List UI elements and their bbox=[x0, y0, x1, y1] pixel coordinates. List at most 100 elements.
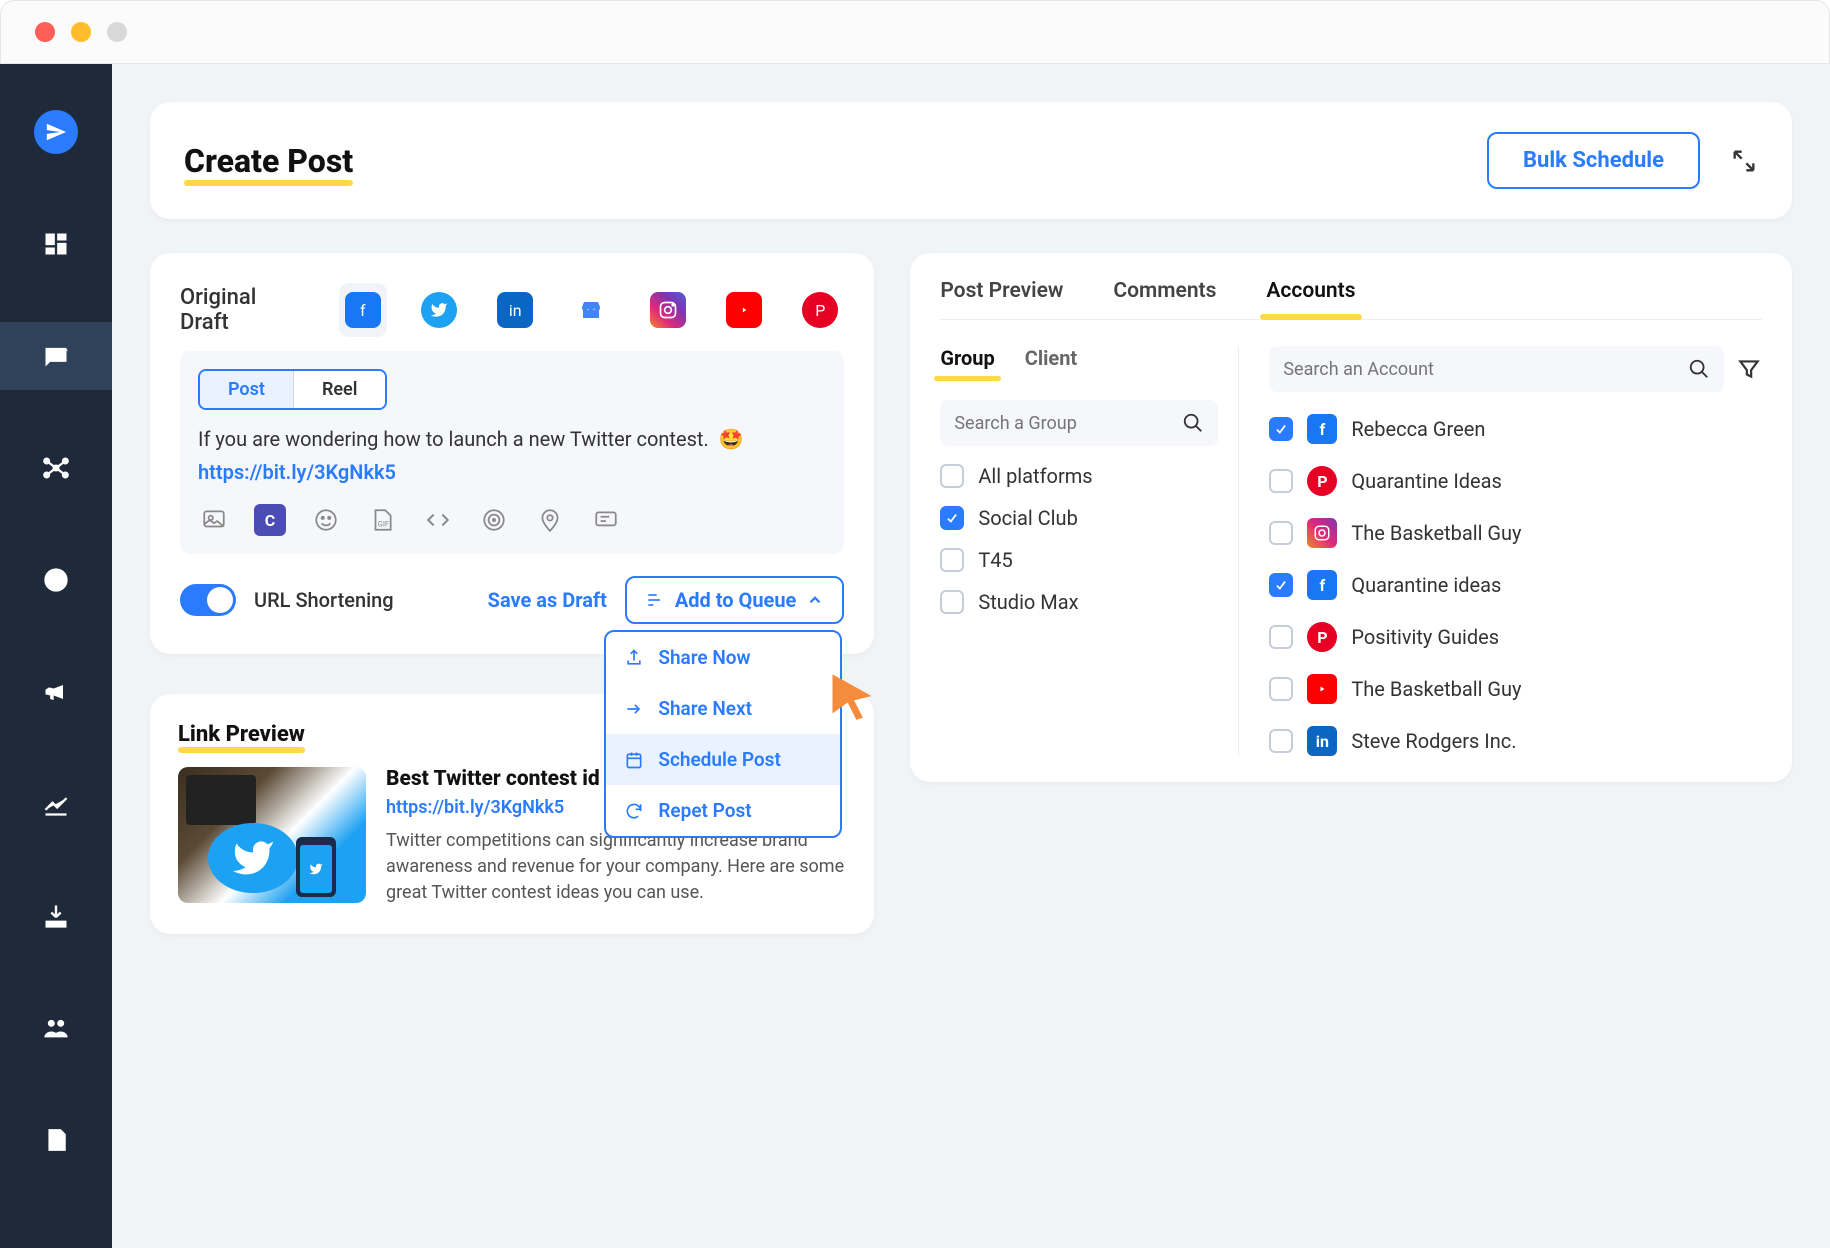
group-search-input[interactable] bbox=[954, 413, 1182, 434]
group-label: All platforms bbox=[978, 464, 1092, 488]
facebook-icon: f bbox=[345, 292, 381, 328]
post-type-post[interactable]: Post bbox=[200, 371, 293, 408]
queue-dropdown: Share Now Share Next Schedule Post bbox=[604, 630, 842, 838]
group-label: T45 bbox=[978, 548, 1012, 572]
media-button[interactable] bbox=[198, 504, 230, 536]
platform-tab-youtube[interactable] bbox=[720, 283, 768, 337]
platform-tab-instagram[interactable] bbox=[644, 283, 692, 337]
dropdown-repeat-post[interactable]: Repet Post bbox=[606, 785, 840, 836]
code-button[interactable] bbox=[422, 504, 454, 536]
location-button[interactable] bbox=[534, 504, 566, 536]
tab-post-preview[interactable]: Post Preview bbox=[940, 279, 1063, 319]
account-item[interactable]: inSteve Rodgers Inc. bbox=[1269, 726, 1762, 756]
account-label: Steve Rodgers Inc. bbox=[1351, 729, 1516, 753]
save-as-draft-button[interactable]: Save as Draft bbox=[488, 588, 607, 612]
twitter-icon bbox=[421, 292, 457, 328]
compose-card: Original Draft f in P Post bbox=[150, 253, 874, 654]
checkbox-icon[interactable] bbox=[1269, 677, 1293, 701]
checkbox-icon[interactable] bbox=[1269, 521, 1293, 545]
window-minimize-icon[interactable] bbox=[71, 22, 91, 42]
emoji-button[interactable] bbox=[310, 504, 342, 536]
canva-button[interactable]: C bbox=[254, 504, 286, 536]
group-item[interactable]: T45 bbox=[940, 548, 1218, 572]
checkbox-icon[interactable] bbox=[1269, 417, 1293, 441]
account-item[interactable]: The Basketball Guy bbox=[1269, 674, 1762, 704]
expand-icon[interactable] bbox=[1730, 147, 1758, 175]
platform-tab-pinterest[interactable]: P bbox=[796, 283, 844, 337]
post-link[interactable]: https://bit.ly/3KgNkk5 bbox=[198, 460, 826, 484]
twitter-bird-icon bbox=[208, 823, 298, 893]
group-item[interactable]: All platforms bbox=[940, 464, 1218, 488]
window-close-icon[interactable] bbox=[35, 22, 55, 42]
linkedin-icon: in bbox=[497, 292, 533, 328]
sidebar-item-team[interactable] bbox=[0, 994, 112, 1062]
tab-comments[interactable]: Comments bbox=[1113, 279, 1216, 319]
subtab-group[interactable]: Group bbox=[940, 346, 994, 380]
checkbox-icon[interactable] bbox=[940, 590, 964, 614]
group-item[interactable]: Social Club bbox=[940, 506, 1218, 530]
target-button[interactable] bbox=[478, 504, 510, 536]
account-search[interactable] bbox=[1269, 346, 1724, 392]
group-item[interactable]: Studio Max bbox=[940, 590, 1218, 614]
compose-icon bbox=[42, 342, 70, 370]
sidebar-item-compose[interactable] bbox=[0, 322, 112, 390]
lifebuoy-icon bbox=[42, 566, 70, 594]
repeat-icon bbox=[624, 801, 644, 821]
dropdown-share-next[interactable]: Share Next bbox=[606, 683, 840, 734]
sidebar-item-inbox[interactable] bbox=[0, 882, 112, 950]
add-to-queue-button[interactable]: Add to Queue Share Now Sha bbox=[625, 576, 845, 624]
sidebar-item-target[interactable] bbox=[0, 546, 112, 614]
checkbox-icon[interactable] bbox=[940, 548, 964, 572]
youtube-icon bbox=[726, 292, 762, 328]
sidebar-item-network[interactable] bbox=[0, 434, 112, 502]
subtab-client[interactable]: Client bbox=[1025, 346, 1077, 380]
checkbox-icon[interactable] bbox=[1269, 625, 1293, 649]
account-search-input[interactable] bbox=[1283, 359, 1688, 380]
account-item[interactable]: PPositivity Guides bbox=[1269, 622, 1762, 652]
checkbox-icon[interactable] bbox=[940, 464, 964, 488]
fb-icon: f bbox=[1307, 414, 1337, 444]
url-shortening-toggle[interactable] bbox=[180, 584, 236, 616]
account-item[interactable]: fRebecca Green bbox=[1269, 414, 1762, 444]
account-label: The Basketball Guy bbox=[1351, 677, 1521, 701]
account-label: Positivity Guides bbox=[1351, 625, 1499, 649]
original-draft-label: Original Draft bbox=[180, 285, 297, 335]
alt-text-button[interactable] bbox=[590, 504, 622, 536]
sidebar-item-reports[interactable] bbox=[0, 1106, 112, 1174]
checkbox-icon[interactable] bbox=[940, 506, 964, 530]
google-business-icon bbox=[573, 292, 609, 328]
group-label: Studio Max bbox=[978, 590, 1078, 614]
filter-button[interactable] bbox=[1736, 356, 1762, 382]
dropdown-schedule-post[interactable]: Schedule Post bbox=[606, 734, 840, 785]
checkbox-icon[interactable] bbox=[1269, 573, 1293, 597]
post-text[interactable]: If you are wondering how to launch a new… bbox=[198, 424, 826, 454]
checkbox-icon[interactable] bbox=[1269, 469, 1293, 493]
network-icon bbox=[42, 454, 70, 482]
bulk-schedule-button[interactable]: Bulk Schedule bbox=[1487, 132, 1700, 189]
checkbox-icon[interactable] bbox=[1269, 729, 1293, 753]
sidebar-item-campaigns[interactable] bbox=[0, 658, 112, 726]
account-item[interactable]: fQuarantine ideas bbox=[1269, 570, 1762, 600]
sidebar-item-dashboard[interactable] bbox=[0, 210, 112, 278]
link-preview-heading: Link Preview bbox=[178, 722, 305, 747]
post-type-reel[interactable]: Reel bbox=[294, 371, 385, 408]
account-label: The Basketball Guy bbox=[1351, 521, 1521, 545]
account-item[interactable]: The Basketball Guy bbox=[1269, 518, 1762, 548]
window-zoom-icon[interactable] bbox=[107, 22, 127, 42]
account-item[interactable]: PQuarantine Ideas bbox=[1269, 466, 1762, 496]
share-icon bbox=[624, 648, 644, 668]
dropdown-share-now[interactable]: Share Now bbox=[606, 632, 840, 683]
group-search[interactable] bbox=[940, 400, 1218, 446]
gif-button[interactable]: GIF bbox=[366, 504, 398, 536]
platform-tab-twitter[interactable] bbox=[415, 283, 463, 337]
platform-tab-facebook[interactable]: f bbox=[339, 283, 387, 337]
ig-icon bbox=[1307, 518, 1337, 548]
platform-tab-gmb[interactable] bbox=[567, 283, 615, 337]
search-icon bbox=[1688, 358, 1710, 380]
sidebar-item-analytics[interactable] bbox=[0, 770, 112, 838]
tab-accounts[interactable]: Accounts bbox=[1266, 279, 1355, 319]
yt-icon bbox=[1307, 674, 1337, 704]
sidebar-item-home[interactable] bbox=[0, 98, 112, 166]
platform-tab-linkedin[interactable]: in bbox=[491, 283, 539, 337]
download-tray-icon bbox=[42, 902, 70, 930]
